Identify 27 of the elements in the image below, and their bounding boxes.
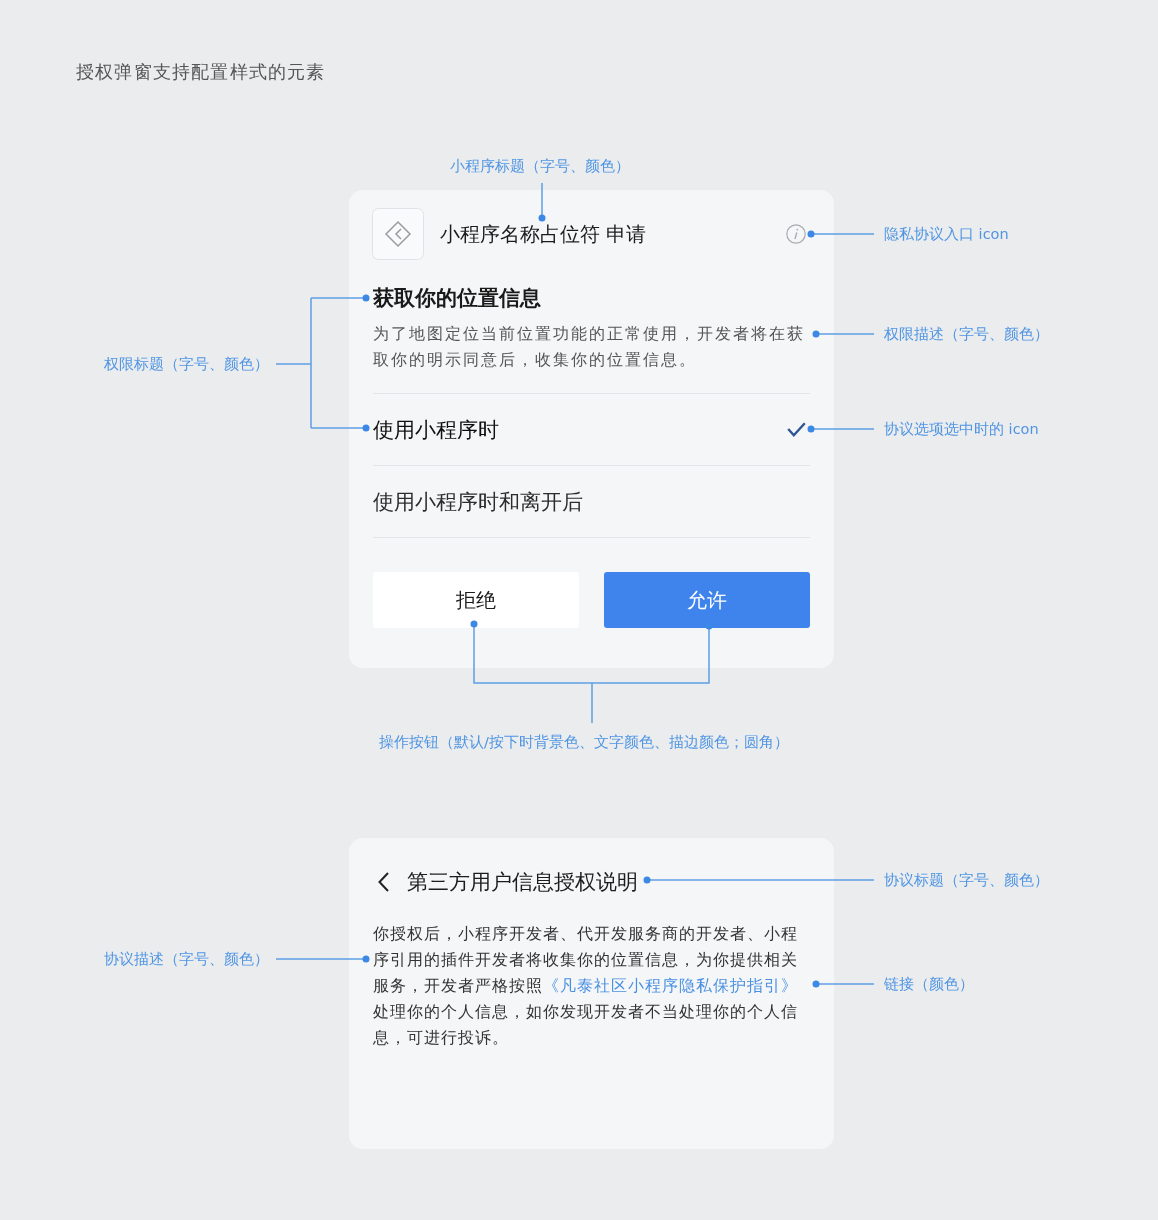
annotation-label: 协议标题（字号、颜色）	[884, 871, 1049, 889]
annotation-label: 操作按钮（默认/按下时背景色、文字颜色、描边颜色；圆角）	[379, 733, 789, 751]
dialog-title: 小程序名称占位符 申请	[440, 221, 647, 248]
leader-line	[812, 980, 875, 988]
reject-button[interactable]: 拒绝	[373, 572, 579, 628]
option-item[interactable]: 使用小程序时和离开后	[373, 465, 810, 538]
annotation-label: 协议描述（字号、颜色）	[104, 950, 269, 968]
annotation-label: 链接（颜色）	[884, 975, 974, 993]
leader-line	[807, 425, 875, 433]
leader-line	[538, 182, 546, 222]
agreement-title: 第三方用户信息授权说明	[407, 869, 638, 896]
annotation-label: 权限标题（字号、颜色）	[104, 355, 269, 373]
leader-line	[812, 330, 875, 338]
permission-title: 获取你的位置信息	[373, 285, 542, 312]
leader-line	[807, 230, 875, 238]
check-icon	[787, 422, 806, 437]
annotation-label: 隐私协议入口 icon	[884, 225, 1009, 243]
option-item[interactable]: 使用小程序时	[373, 393, 810, 465]
annotation-label: 权限描述（字号、颜色）	[884, 325, 1049, 343]
agreement-text: 你授权后，小程序开发者、代开发服务商的开发者、小程序引用的插件开发者将收集你的位置信息，为你提供相关服务，开发者严格按照《凡泰社区小程序隐私保护指引》 处理你的个人信息，如你发现开发者不当处理你的个人信息，可进行投诉。	[373, 923, 799, 1049]
annotation-label: 协议选项选中时的 icon	[884, 420, 1039, 438]
app-icon	[372, 208, 424, 260]
allow-button[interactable]: 允许	[604, 572, 810, 628]
annotation-label: 小程序标题（字号、颜色）	[450, 157, 630, 175]
permission-description: 为了地图定位当前位置功能的正常使用，开发者将在获取你的明示同意后，收集你的位置信息。	[373, 323, 806, 371]
page-heading: 授权弹窗支持配置样式的元素	[76, 60, 326, 84]
back-icon[interactable]	[378, 872, 389, 892]
